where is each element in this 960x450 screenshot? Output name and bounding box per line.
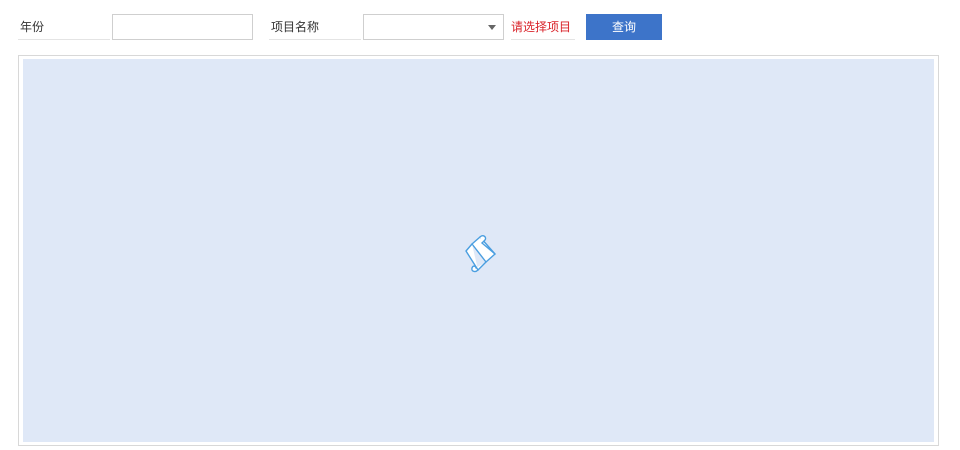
query-button[interactable]: 查询 — [586, 14, 662, 40]
project-select[interactable] — [363, 14, 504, 40]
triangle-down-icon[interactable] — [488, 25, 496, 30]
scroll-icon — [465, 235, 496, 273]
year-input[interactable] — [112, 14, 253, 40]
year-label: 年份 — [18, 14, 110, 40]
filter-toolbar: 年份 项目名称 请选择项目 查询 — [0, 0, 960, 52]
project-required-hint: 请选择项目 — [511, 14, 576, 40]
report-content-area — [23, 59, 934, 442]
report-panel — [18, 55, 939, 446]
project-name-label: 项目名称 — [269, 14, 361, 40]
